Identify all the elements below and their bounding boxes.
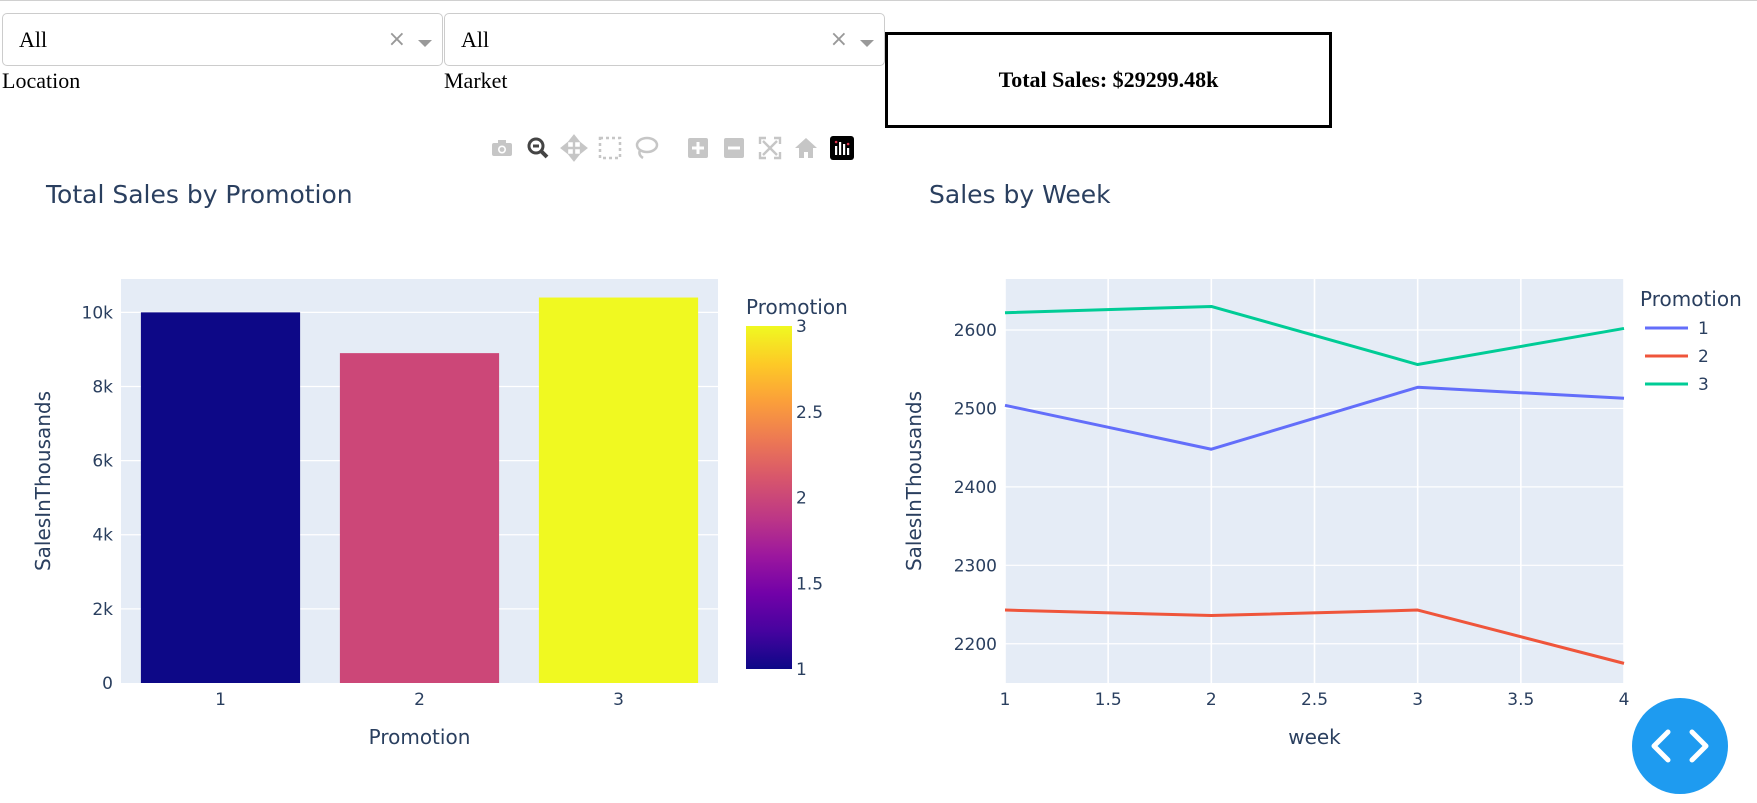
lasso-icon[interactable] bbox=[632, 134, 660, 162]
line-x-tick-label: 3.5 bbox=[1507, 690, 1534, 710]
market-chevron-down-icon[interactable] bbox=[860, 40, 874, 47]
colorbar-tick-label: 2.5 bbox=[796, 403, 823, 423]
zoom-icon[interactable] bbox=[524, 134, 552, 162]
bar-x-tick-label: 1 bbox=[215, 690, 226, 710]
bar-chart: Total Sales by Promotion 0 2k 4k 6k 8k 10k 1 2… bbox=[31, 180, 848, 749]
line-y-tick-label: 2600 bbox=[954, 321, 997, 341]
total-sales-text: Total Sales: $29299.48k bbox=[998, 67, 1219, 92]
camera-icon[interactable] bbox=[488, 134, 516, 162]
line-x-tick-label: 3 bbox=[1412, 690, 1423, 710]
bar bbox=[538, 297, 699, 683]
line-x-tick-label: 4 bbox=[1619, 690, 1630, 710]
bar-y-tick-label: 10k bbox=[82, 303, 114, 323]
dev-tools-button[interactable] bbox=[1632, 698, 1728, 794]
line-y-tick-label: 2300 bbox=[954, 556, 997, 576]
series-line bbox=[1004, 385, 1625, 451]
line-x-tick-label: 1.5 bbox=[1095, 690, 1122, 710]
market-clear-icon[interactable]: × bbox=[830, 27, 848, 52]
bar-x-tick-label: 2 bbox=[414, 690, 425, 710]
legend-label: 1 bbox=[1698, 319, 1709, 339]
market-label: Market bbox=[444, 68, 508, 93]
bar-y-tick-label: 6k bbox=[92, 452, 113, 472]
line-chart-title: Sales by Week bbox=[929, 180, 1111, 209]
bar-x-axis-label: Promotion bbox=[369, 725, 471, 749]
reset-axes-icon[interactable] bbox=[792, 134, 820, 162]
line-y-tick-label: 2400 bbox=[954, 478, 997, 498]
line-y-tick-label: 2500 bbox=[954, 399, 997, 419]
legend: 1 2 3 bbox=[1645, 319, 1709, 395]
autoscale-icon[interactable] bbox=[756, 134, 784, 162]
bar-plot-area bbox=[121, 279, 718, 683]
legend-title: Promotion bbox=[1640, 287, 1742, 311]
market-selected-value: All bbox=[461, 27, 490, 52]
bar-chart-title: Total Sales by Promotion bbox=[45, 180, 353, 209]
bar-y-tick-label: 2k bbox=[92, 600, 113, 620]
box-select-icon[interactable] bbox=[596, 134, 624, 162]
line-x-tick-label: 2 bbox=[1206, 690, 1217, 710]
total-sales-card: Total Sales: $29299.48k bbox=[885, 32, 1332, 128]
colorbar-tick-label: 1.5 bbox=[796, 574, 823, 594]
bar-x-tick-label: 3 bbox=[613, 690, 624, 710]
bar-y-axis-label: SalesInThousands bbox=[31, 391, 55, 571]
code-icon bbox=[1651, 729, 1709, 763]
bar-y-tick-label: 8k bbox=[92, 377, 113, 397]
series-line bbox=[1004, 608, 1625, 665]
zoom-in-icon[interactable] bbox=[684, 134, 712, 162]
zoom-out-icon[interactable] bbox=[720, 134, 748, 162]
colorbar-title: Promotion bbox=[746, 295, 848, 319]
line-x-axis-label: week bbox=[1288, 725, 1341, 749]
location-chevron-down-icon[interactable] bbox=[418, 40, 432, 47]
legend-label: 2 bbox=[1698, 347, 1709, 367]
top-divider bbox=[0, 0, 1757, 1]
location-clear-icon[interactable]: × bbox=[388, 27, 406, 52]
location-dropdown[interactable]: All × bbox=[2, 13, 443, 66]
market-dropdown[interactable]: All × bbox=[444, 13, 885, 66]
bar bbox=[339, 353, 500, 683]
pan-icon[interactable] bbox=[560, 134, 588, 162]
line-plot-area bbox=[1005, 279, 1624, 683]
series-line bbox=[1004, 304, 1625, 367]
legend-label: 3 bbox=[1698, 375, 1709, 395]
colorbar-tick-label: 3 bbox=[796, 317, 807, 337]
colorbar bbox=[746, 326, 792, 669]
line-y-axis-label: SalesInThousands bbox=[902, 391, 926, 571]
line-chart: Sales by Week 2200 2300 2400 2500 2600 1 1.5 2… bbox=[902, 180, 1742, 749]
bar-y-tick-label: 4k bbox=[92, 526, 113, 546]
plotly-logo-icon[interactable] bbox=[828, 134, 856, 162]
line-y-tick-label: 2200 bbox=[954, 635, 997, 655]
bar bbox=[140, 312, 301, 683]
bar-y-tick-label: 0 bbox=[102, 674, 113, 694]
location-label: Location bbox=[2, 68, 81, 93]
line-x-tick-label: 1 bbox=[1000, 690, 1011, 710]
colorbar-tick-label: 1 bbox=[796, 660, 807, 680]
line-x-tick-label: 2.5 bbox=[1301, 690, 1328, 710]
location-selected-value: All bbox=[19, 27, 48, 52]
charts-canvas: Total Sales by Promotion 0 2k 4k 6k 8k 10k 1 2… bbox=[31, 180, 1742, 749]
colorbar-tick-label: 2 bbox=[796, 489, 807, 509]
